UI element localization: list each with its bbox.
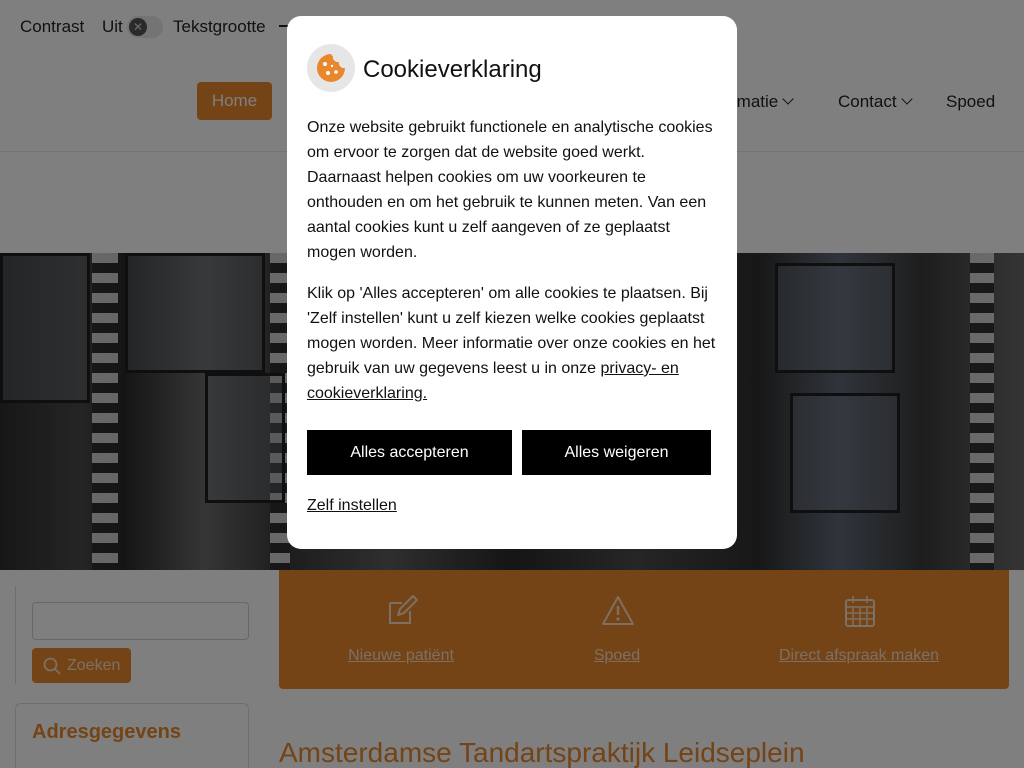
custom-settings-link[interactable]: Zelf instellen [307, 497, 397, 515]
cookie-modal: Cookieverklaring Onze website gebruikt f… [287, 16, 737, 549]
cookie-icon [307, 44, 355, 92]
modal-title: Cookieverklaring [363, 56, 542, 83]
refuse-all-button[interactable]: Alles weigeren [522, 430, 711, 475]
accept-all-button[interactable]: Alles accepteren [307, 430, 512, 475]
modal-paragraph-2: Klik op 'Alles accepteren' om alle cooki… [307, 281, 719, 406]
modal-paragraph-1: Onze website gebruikt functionele en ana… [307, 119, 713, 261]
